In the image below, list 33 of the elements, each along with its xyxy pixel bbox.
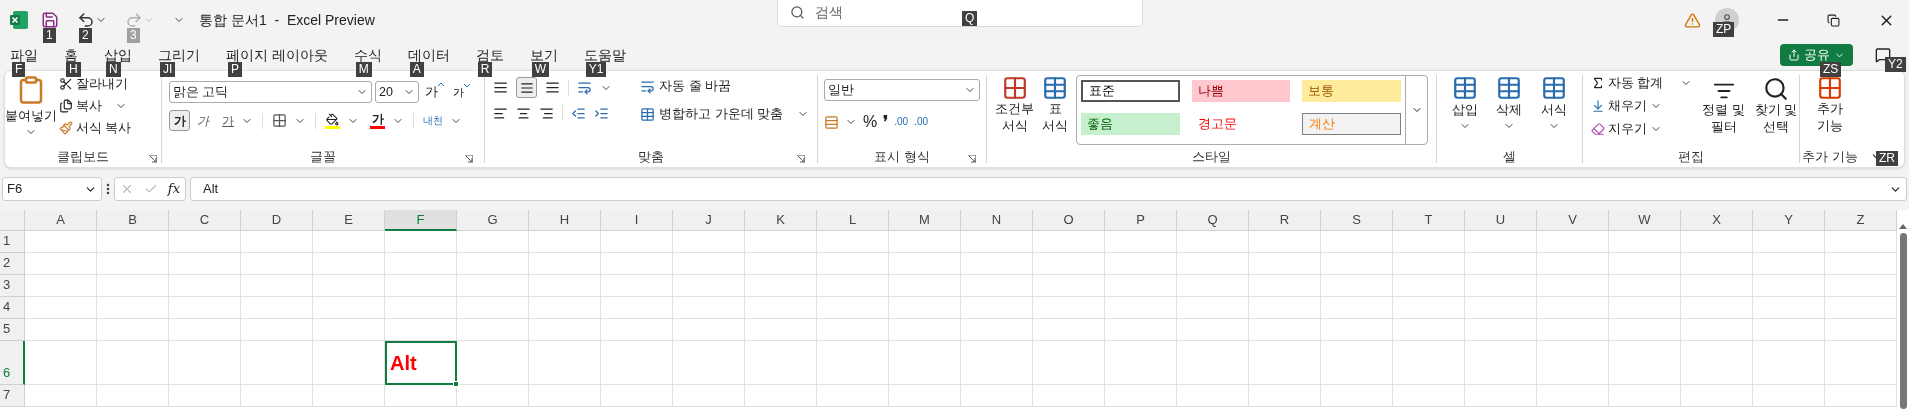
keytip-tooltip: ZR [1876,151,1898,166]
keytip-tooltip: Q [962,11,978,26]
group-label: 클립보드 [57,148,109,166]
window-title: 통합 문서1 - Excel Preview [199,10,375,30]
keytip-tooltip: ZS [1820,62,1842,77]
group-label: 스타일 [1192,148,1231,166]
keytip-tooltip: ZP [1713,22,1735,37]
keytip-tooltip: P [228,62,242,77]
button-label: 표 서식 [1042,101,1068,135]
button-label: 추가 기능 [1817,101,1843,135]
button-label: 찾기 및 선택 [1754,102,1798,136]
group-label: 추가 기능 [1802,148,1858,166]
group-label: 셀 [1503,148,1516,166]
keytip-tooltip: A [409,62,424,77]
keytip-tooltip: JI [160,62,176,77]
keytip-tooltip: 2 [79,28,92,43]
keytip-tooltip: R [477,62,493,77]
keytip-tooltip: 1 [43,28,56,43]
button-label: 조건부 서식 [995,101,1034,135]
group-label: 편집 [1678,148,1704,166]
keytip-tooltip: W [531,62,550,77]
search-placeholder: 검색 [815,3,843,22]
keytip-tooltip: F [12,62,26,77]
keytip-tooltip: Y2 [1885,57,1906,72]
group-label: 표시 형식 [874,148,930,166]
group-label: 글꼴 [310,148,336,166]
keytip-tooltip: N [106,62,121,77]
keytip-tooltip: M [355,62,372,77]
keytip-tooltip: H [66,62,81,77]
group-label: 맞춤 [638,148,664,166]
keytip-tooltip: Y1 [585,62,607,77]
button-label: 정렬 및 필터 [1702,102,1745,136]
keytip-tooltip: 3 [127,28,140,43]
